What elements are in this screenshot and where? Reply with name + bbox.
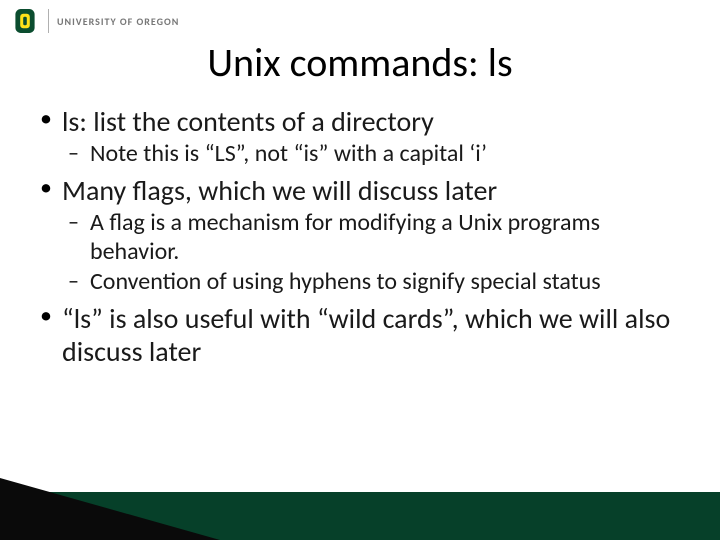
slide-header: UNIVERSITY OF OREGON xyxy=(0,0,720,36)
sub-list: Note this is “LS”, not “is” with a capit… xyxy=(62,140,684,168)
list-item: ls: list the contents of a directory Not… xyxy=(36,105,684,168)
bullet-text: Many flags, which we will discuss later xyxy=(62,173,497,208)
slide-body: ls: list the contents of a directory Not… xyxy=(0,87,720,368)
bullet-list: ls: list the contents of a directory Not… xyxy=(36,105,684,368)
university-name: UNIVERSITY OF OREGON xyxy=(57,15,179,28)
bullet-text: Note this is “LS”, not “is” with a capit… xyxy=(90,139,487,168)
footer-wedge xyxy=(0,478,220,540)
slide: UNIVERSITY OF OREGON Unix commands: ls l… xyxy=(0,0,720,540)
bullet-text: A flag is a mechanism for modifying a Un… xyxy=(90,208,600,265)
bullet-text: Convention of using hyphens to signify s… xyxy=(90,267,601,296)
list-item: A flag is a mechanism for modifying a Un… xyxy=(62,209,684,266)
slide-title: Unix commands: ls xyxy=(0,38,720,87)
bullet-text: ls: list the contents of a directory xyxy=(62,104,434,139)
oregon-logo-icon xyxy=(10,6,40,36)
list-item: Note this is “LS”, not “is” with a capit… xyxy=(62,140,684,168)
list-item: Convention of using hyphens to signify s… xyxy=(62,268,684,296)
slide-footer xyxy=(0,478,720,540)
sub-list: A flag is a mechanism for modifying a Un… xyxy=(62,209,684,296)
header-divider xyxy=(48,9,49,33)
bullet-text: “ls” is also useful with “wild cards”, w… xyxy=(62,301,670,369)
list-item: “ls” is also useful with “wild cards”, w… xyxy=(36,302,684,368)
list-item: Many flags, which we will discuss later … xyxy=(36,174,684,296)
